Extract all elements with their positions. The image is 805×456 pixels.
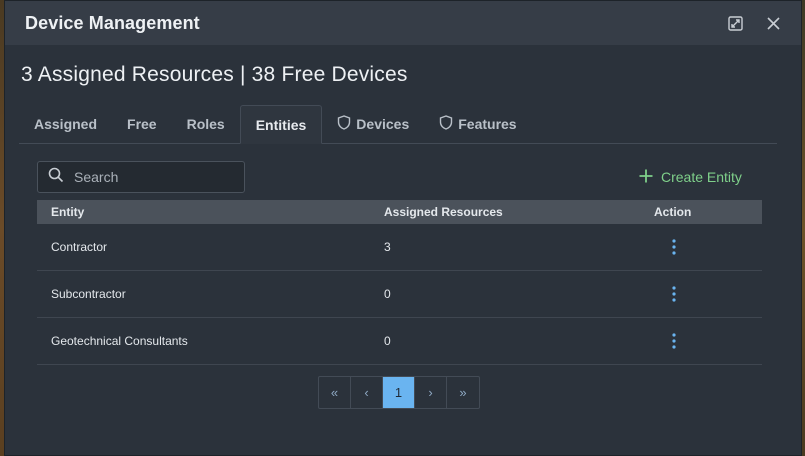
tab-free[interactable]: Free [112, 105, 172, 143]
create-entity-label: Create Entity [661, 169, 742, 185]
shield-icon [337, 115, 351, 133]
previous-page-button[interactable]: ‹ [351, 377, 383, 408]
search-field[interactable] [37, 161, 245, 193]
table-row: Geotechnical Consultants 0 [37, 318, 762, 365]
tab-label: Free [127, 116, 157, 132]
assigned-count: 3 [384, 240, 391, 254]
entity-name: Geotechnical Consultants [51, 334, 188, 348]
action-cell [638, 331, 762, 351]
more-options-icon[interactable] [664, 237, 684, 257]
tab-devices[interactable]: Devices [322, 105, 424, 143]
assigned-count: 0 [384, 287, 391, 301]
tab-label: Assigned [34, 116, 98, 132]
tab-label: Features [458, 116, 517, 132]
modal-header: Device Management [5, 1, 801, 45]
column-header-action: Action [654, 205, 692, 219]
page-button-current[interactable]: 1 [383, 377, 415, 408]
entity-name: Subcontractor [51, 287, 126, 301]
close-icon[interactable] [765, 15, 781, 31]
column-header-assigned-resources: Assigned Resources [384, 205, 503, 219]
expand-icon[interactable] [727, 15, 743, 31]
action-cell [638, 284, 762, 304]
more-options-icon[interactable] [664, 331, 684, 351]
plus-icon [639, 169, 653, 186]
modal-title: Device Management [25, 12, 200, 33]
device-management-modal: Device Management 3 Assigned Resources |… [4, 0, 802, 456]
create-entity-button[interactable]: Create Entity [639, 167, 742, 187]
more-options-icon[interactable] [664, 284, 684, 304]
assigned-count: 0 [384, 334, 391, 348]
tab-label: Devices [356, 116, 410, 132]
tab-bar: Assigned Free Roles Entities Devices Fea… [19, 105, 777, 144]
table-header: Entity Assigned Resources Action [37, 200, 762, 224]
first-page-button[interactable]: « [319, 377, 351, 408]
pagination: « ‹ 1 › » [318, 376, 480, 409]
entities-table: Entity Assigned Resources Action Contrac… [37, 200, 762, 365]
search-icon [48, 167, 64, 188]
column-header-entity: Entity [51, 205, 85, 219]
table-row: Contractor 3 [37, 224, 762, 271]
summary-heading: 3 Assigned Resources | 38 Free Devices [21, 63, 408, 86]
last-page-button[interactable]: » [447, 377, 479, 408]
tab-assigned[interactable]: Assigned [19, 105, 112, 143]
tab-features[interactable]: Features [424, 105, 531, 143]
tab-label: Roles [186, 116, 225, 132]
shield-icon [439, 115, 453, 133]
next-page-button[interactable]: › [415, 377, 447, 408]
tab-entities[interactable]: Entities [239, 105, 323, 144]
table-row: Subcontractor 0 [37, 271, 762, 318]
action-cell [638, 237, 762, 257]
header-actions [727, 15, 781, 31]
search-input[interactable] [74, 169, 224, 185]
tab-label: Entities [255, 116, 307, 133]
tab-roles[interactable]: Roles [172, 105, 240, 143]
entity-name: Contractor [51, 240, 108, 254]
